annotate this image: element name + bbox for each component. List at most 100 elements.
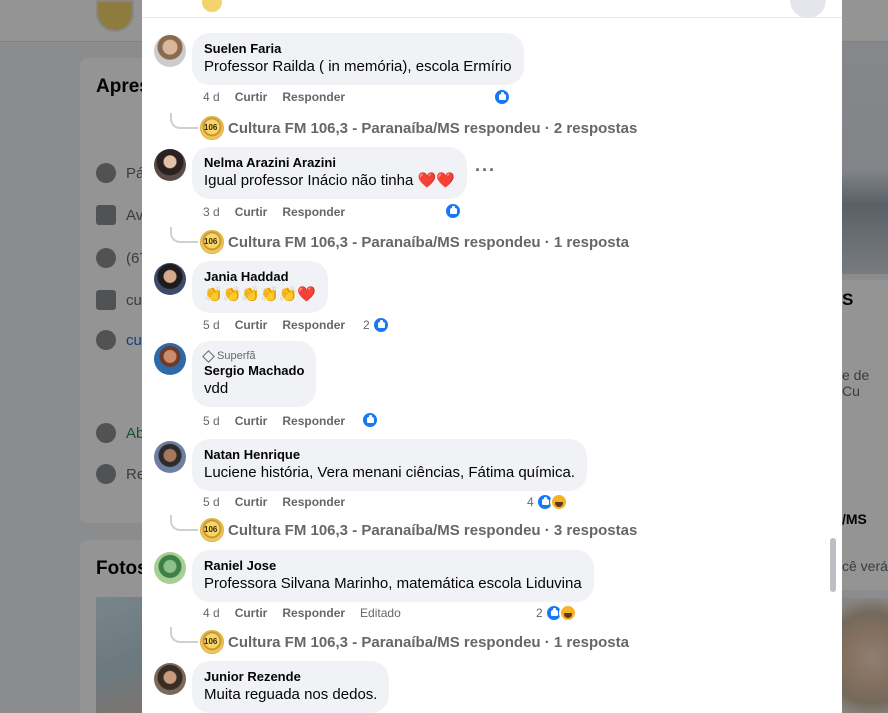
- reply-button[interactable]: Responder: [282, 495, 345, 509]
- comment-time[interactable]: 3 d: [203, 205, 220, 219]
- comment-actions: 5 d Curtir Responder: [203, 495, 360, 509]
- reply-button[interactable]: Responder: [282, 318, 345, 332]
- avatar[interactable]: [154, 343, 186, 375]
- background-right-text: S: [842, 290, 854, 309]
- replies-toggle[interactable]: Cultura FM 106,3 - Paranaíba/MS responde…: [170, 113, 637, 140]
- comment-text: Luciene história, Vera menani ciências, …: [204, 464, 576, 481]
- reply-thread-line: [170, 515, 198, 531]
- comment-text: vdd: [204, 380, 229, 397]
- comment-author[interactable]: Nelma Arazini Arazini: [204, 155, 455, 171]
- comment-author[interactable]: Suelen Faria: [204, 41, 512, 57]
- replies-toggle[interactable]: Cultura FM 106,3 - Paranaíba/MS responde…: [170, 227, 629, 254]
- modal-top-strip: [142, 0, 842, 18]
- reaction-summary[interactable]: 2: [536, 604, 577, 622]
- comment-time[interactable]: 5 d: [203, 414, 220, 428]
- background-row-text: cu: [126, 331, 142, 349]
- bell-icon: [96, 464, 116, 484]
- background-row-text: Av: [126, 206, 144, 224]
- like-button[interactable]: Curtir: [235, 495, 268, 509]
- reaction-summary[interactable]: 2: [363, 316, 390, 334]
- reply-button[interactable]: Responder: [282, 205, 345, 219]
- comment-bubble: Nelma Arazini Arazini Igual professor In…: [192, 147, 467, 199]
- comment-time[interactable]: 4 d: [203, 606, 220, 620]
- comment-time[interactable]: 5 d: [203, 495, 220, 509]
- more-options-icon[interactable]: ···: [475, 160, 496, 181]
- replies-toggle[interactable]: Cultura FM 106,3 - Paranaíba/MS responde…: [170, 515, 637, 542]
- reply-button[interactable]: Responder: [282, 606, 345, 620]
- like-reaction-icon: [493, 88, 511, 106]
- reply-button[interactable]: Responder: [282, 90, 345, 104]
- reaction-summary[interactable]: 4: [527, 493, 568, 511]
- avatar[interactable]: [154, 663, 186, 695]
- comment-author[interactable]: Raniel Jose: [204, 558, 582, 574]
- avatar[interactable]: [154, 35, 186, 67]
- background-right-photo: [842, 598, 888, 713]
- reaction-summary[interactable]: [361, 411, 379, 429]
- mail-icon: [96, 290, 116, 310]
- reaction-summary[interactable]: [444, 202, 462, 220]
- avatar[interactable]: [154, 149, 186, 181]
- like-button[interactable]: Curtir: [235, 205, 268, 219]
- comment-time[interactable]: 5 d: [203, 318, 220, 332]
- like-button[interactable]: Curtir: [235, 318, 268, 332]
- scrollbar-thumb[interactable]: [830, 538, 836, 592]
- background-photo: [96, 597, 146, 713]
- comment-bubble: Natan Henrique Luciene história, Vera me…: [192, 439, 588, 491]
- haha-reaction-icon: [549, 493, 568, 511]
- avatar[interactable]: [154, 441, 186, 473]
- info-icon: [96, 163, 116, 183]
- background-row: cu: [96, 290, 142, 310]
- haha-reaction-icon: [558, 604, 577, 622]
- phone-icon: [96, 248, 116, 268]
- comment-author[interactable]: Jania Haddad: [204, 269, 316, 285]
- reaction-count: 2: [363, 318, 370, 332]
- comment-author[interactable]: Sergio Machado: [204, 363, 304, 379]
- background-right-text: e de Cu: [842, 367, 870, 399]
- reaction-count: 2: [536, 606, 543, 620]
- like-button[interactable]: Curtir: [235, 90, 268, 104]
- like-reaction-icon: [371, 316, 390, 334]
- replies-link[interactable]: Cultura FM 106,3 - Paranaíba/MS responde…: [228, 120, 637, 137]
- replies-toggle[interactable]: Cultura FM 106,3 - Paranaíba/MS responde…: [170, 627, 629, 654]
- comment-actions: 5 d Curtir Responder: [203, 414, 360, 428]
- page-avatar-icon: [200, 630, 224, 654]
- background-row: Av: [96, 205, 143, 225]
- like-button[interactable]: Curtir: [235, 414, 268, 428]
- avatar[interactable]: [154, 552, 186, 584]
- comment-actions: 5 d Curtir Responder: [203, 318, 360, 332]
- comment-author[interactable]: Junior Rezende: [204, 669, 377, 685]
- background-row: cu: [96, 330, 142, 350]
- comment-time[interactable]: 4 d: [203, 90, 220, 104]
- reply-button[interactable]: Responder: [282, 414, 345, 428]
- comment-bubble: Junior Rezende Muita reguada nos dedos.: [192, 661, 390, 713]
- background-row-text: cu: [126, 291, 142, 309]
- background-row: Pá: [96, 163, 144, 183]
- page-avatar-icon: [200, 230, 224, 254]
- avatar[interactable]: [154, 263, 186, 295]
- background-row: Re: [96, 464, 145, 484]
- comment-author[interactable]: Natan Henrique: [204, 447, 575, 463]
- comment-text: Professor Railda ( in memória), escola E…: [204, 58, 512, 75]
- comment-actions: 4 d Curtir Responder: [203, 90, 360, 104]
- replies-link[interactable]: Cultura FM 106,3 - Paranaíba/MS responde…: [228, 522, 637, 539]
- close-button[interactable]: [790, 0, 826, 17]
- replies-link[interactable]: Cultura FM 106,3 - Paranaíba/MS responde…: [228, 234, 629, 251]
- edited-label: Editado: [360, 606, 401, 620]
- comment-bubble: Superfã Sergio Machado vdd: [192, 341, 317, 407]
- background-right-card: [842, 280, 888, 590]
- comment-text: Muita reguada nos dedos.: [204, 686, 378, 703]
- background-row: Ab: [96, 423, 144, 443]
- reaction-summary[interactable]: [493, 88, 511, 106]
- replies-link[interactable]: Cultura FM 106,3 - Paranaíba/MS responde…: [228, 634, 629, 651]
- like-reaction-icon: [361, 411, 379, 429]
- directions-icon: [96, 205, 116, 225]
- background-row: (67: [96, 248, 148, 268]
- like-reaction-icon: [444, 202, 462, 220]
- comment-text: Professora Silvana Marinho, matemática e…: [204, 575, 582, 592]
- comment-text: 👏👏👏👏👏❤️: [204, 286, 317, 303]
- comment-text: Igual professor Inácio não tinha ❤️❤️: [204, 172, 455, 189]
- comment-bubble: Jania Haddad 👏👏👏👏👏❤️: [192, 261, 329, 313]
- comment-actions: 4 d Curtir Responder Editado: [203, 606, 416, 620]
- page-avatar-icon: [200, 116, 224, 140]
- like-button[interactable]: Curtir: [235, 606, 268, 620]
